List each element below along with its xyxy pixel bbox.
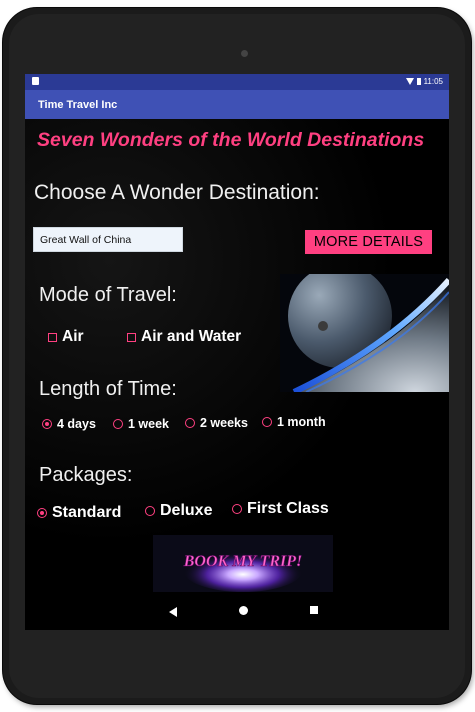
radio-1-month[interactable]: 1 month — [262, 415, 326, 429]
recent-apps-icon[interactable] — [310, 606, 318, 614]
page-heading: Seven Wonders of the World Destinations — [37, 129, 425, 151]
book-my-trip-button[interactable]: BOOK MY TRIP! — [153, 535, 333, 592]
radio-first-class-label: First Class — [247, 500, 329, 517]
air-checkbox[interactable]: Air — [48, 328, 84, 346]
air-and-water-checkbox[interactable]: Air and Water — [127, 328, 241, 346]
radio-deluxe[interactable]: Deluxe — [145, 502, 212, 520]
status-time: 11:05 — [423, 77, 443, 86]
radio-first-class[interactable]: First Class — [232, 500, 329, 518]
radio-deluxe-label: Deluxe — [160, 502, 213, 519]
app-screen: 11:05 Time Travel Inc Seven Wonders of t… — [25, 74, 449, 630]
radio-4-days-label: 4 days — [57, 417, 96, 431]
book-my-trip-text: BOOK MY TRIP! — [183, 553, 303, 570]
radio-standard-label: Standard — [52, 504, 122, 521]
length-of-time-label: Length of Time: — [39, 378, 177, 400]
checkbox-icon — [127, 332, 136, 342]
radio-unselected-icon — [232, 504, 242, 514]
main-content: Seven Wonders of the World Destinations … — [25, 119, 449, 592]
air-and-water-checkbox-label: Air and Water — [141, 328, 242, 345]
choose-destination-label: Choose A Wonder Destination: — [34, 181, 320, 204]
more-details-button[interactable]: MORE DETAILS — [305, 230, 432, 254]
radio-standard[interactable]: Standard — [37, 504, 121, 522]
radio-1-week-label: 1 week — [128, 417, 170, 431]
radio-1-week[interactable]: 1 week — [113, 417, 169, 431]
radio-selected-icon — [37, 508, 47, 518]
wifi-icon — [405, 78, 414, 85]
battery-icon — [416, 78, 421, 85]
radio-unselected-icon — [185, 418, 195, 428]
app-bar: Time Travel Inc — [25, 90, 449, 119]
radio-2-weeks-label: 2 weeks — [200, 416, 248, 430]
back-icon[interactable] — [169, 607, 177, 617]
destination-input[interactable]: Great Wall of China — [33, 227, 183, 252]
status-bar: 11:05 — [25, 74, 449, 90]
radio-1-month-label: 1 month — [277, 415, 326, 429]
mode-of-travel-label: Mode of Travel: — [39, 284, 177, 306]
radio-selected-icon — [42, 419, 52, 429]
earth-from-space-image — [280, 274, 449, 392]
system-navigation-bar — [25, 592, 449, 630]
checkbox-icon — [48, 332, 57, 342]
air-checkbox-label: Air — [62, 328, 84, 345]
notification-icon — [32, 77, 39, 85]
radio-unselected-icon — [113, 419, 123, 429]
radio-4-days[interactable]: 4 days — [42, 417, 96, 431]
radio-unselected-icon — [262, 417, 272, 427]
radio-unselected-icon — [145, 506, 155, 516]
packages-label: Packages: — [39, 464, 133, 486]
app-title: Time Travel Inc — [38, 99, 118, 111]
front-camera — [241, 50, 248, 57]
radio-2-weeks[interactable]: 2 weeks — [185, 416, 248, 430]
home-icon[interactable] — [239, 606, 248, 615]
